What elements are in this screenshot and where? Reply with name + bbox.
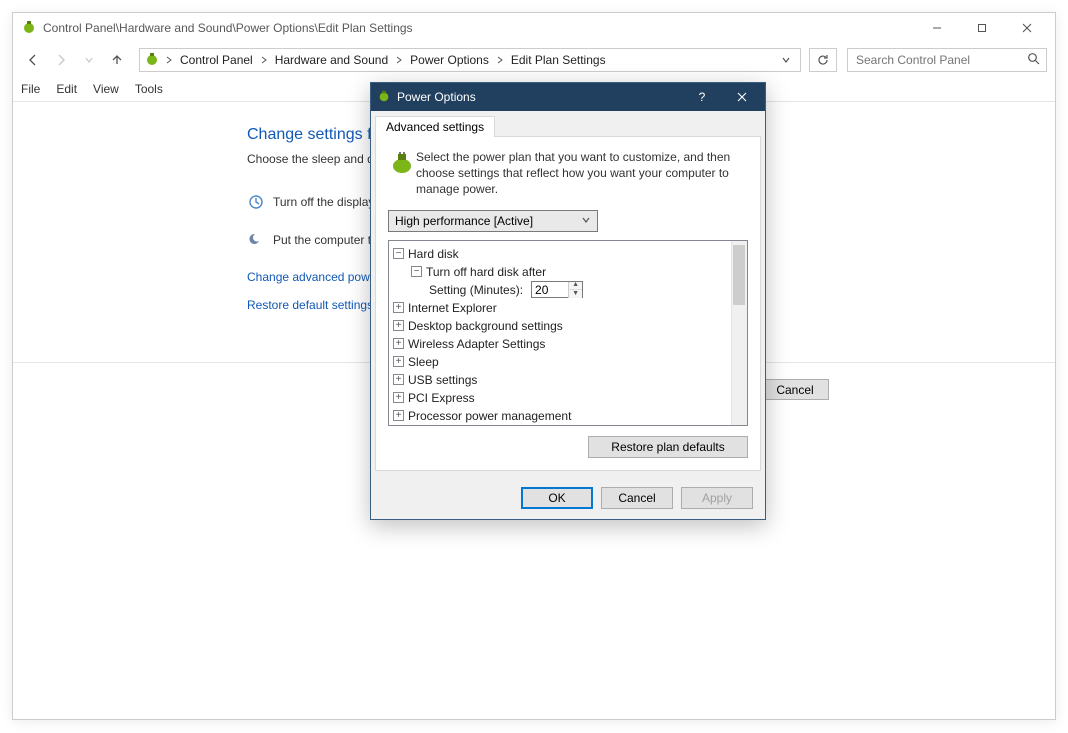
power-options-dialog: Power Options ? Advanced settings Select…: [370, 82, 766, 520]
power-plan-selected: High performance [Active]: [395, 214, 533, 228]
collapse-icon[interactable]: [393, 248, 404, 259]
spinner-buttons: ▲ ▼: [568, 282, 582, 298]
tree-item[interactable]: Internet Explorer: [393, 299, 743, 317]
tree-item[interactable]: Display: [393, 425, 743, 426]
tree-label: Hard disk: [408, 245, 459, 263]
cancel-button[interactable]: Cancel: [761, 379, 829, 400]
breadcrumb-sep-icon: [259, 56, 269, 64]
minimize-button[interactable]: [914, 13, 959, 43]
power-options-app-icon: [21, 19, 37, 38]
dialog-header: Select the power plan that you want to c…: [388, 149, 748, 198]
breadcrumb-item[interactable]: Power Options: [408, 53, 491, 67]
tree-label: Internet Explorer: [408, 299, 497, 317]
collapse-icon[interactable]: [411, 266, 422, 277]
display-timer-icon: [247, 194, 265, 210]
tree-item[interactable]: USB settings: [393, 371, 743, 389]
dialog-body: Select the power plan that you want to c…: [375, 136, 761, 471]
expand-icon[interactable]: [393, 302, 404, 313]
address-expand-icon[interactable]: [778, 52, 794, 68]
tree-label: Wireless Adapter Settings: [408, 335, 545, 353]
power-plan-select[interactable]: High performance [Active]: [388, 210, 598, 232]
dialog-close-button[interactable]: [725, 86, 759, 108]
dialog-intro-text: Select the power plan that you want to c…: [416, 149, 748, 198]
tree-label: Desktop background settings: [408, 317, 563, 335]
dialog-cancel-button[interactable]: Cancel: [601, 487, 673, 509]
turn-off-display-label: Turn off the display:: [273, 195, 378, 209]
tree-item[interactable]: Wireless Adapter Settings: [393, 335, 743, 353]
expand-icon[interactable]: [393, 392, 404, 403]
dialog-footer: OK Cancel Apply: [371, 477, 765, 519]
dialog-help-button[interactable]: ?: [685, 86, 719, 108]
breadcrumb-sep-icon: [164, 56, 174, 64]
expand-icon[interactable]: [393, 356, 404, 367]
restore-plan-defaults-button[interactable]: Restore plan defaults: [588, 436, 748, 458]
menu-file[interactable]: File: [21, 82, 40, 96]
search-box[interactable]: [847, 48, 1047, 72]
maximize-button[interactable]: [959, 13, 1004, 43]
tree-item[interactable]: PCI Express: [393, 389, 743, 407]
titlebar: Control Panel\Hardware and Sound\Power O…: [13, 13, 1055, 43]
tree-item[interactable]: Sleep: [393, 353, 743, 371]
tree-label: USB settings: [408, 371, 477, 389]
chevron-down-icon: [581, 214, 591, 228]
tree-label: Processor power management: [408, 407, 571, 425]
search-icon[interactable]: [1027, 52, 1040, 68]
address-bar[interactable]: Control Panel Hardware and Sound Power O…: [139, 48, 801, 72]
settings-tree: Hard disk Turn off hard disk after Setti…: [388, 240, 748, 426]
ok-button[interactable]: OK: [521, 487, 593, 509]
nav-recent-dropdown[interactable]: [77, 48, 101, 72]
breadcrumb-item[interactable]: Edit Plan Settings: [509, 53, 608, 67]
spinner-down[interactable]: ▼: [569, 290, 582, 298]
menu-tools[interactable]: Tools: [135, 82, 163, 96]
refresh-button[interactable]: [809, 48, 837, 72]
dialog-app-icon: [377, 89, 391, 106]
battery-icon: [388, 149, 406, 167]
ok-label: OK: [548, 491, 565, 505]
expand-icon[interactable]: [393, 410, 404, 421]
apply-button[interactable]: Apply: [681, 487, 753, 509]
dialog-tabs: Advanced settings: [371, 113, 765, 136]
setting-label: Setting (Minutes):: [429, 281, 523, 299]
tree-scroll-thumb[interactable]: [733, 245, 745, 305]
nav-up-button[interactable]: [105, 48, 129, 72]
menu-view[interactable]: View: [93, 82, 119, 96]
close-button[interactable]: [1004, 13, 1049, 43]
tree-item-hard-disk[interactable]: Hard disk: [393, 245, 743, 263]
window-title: Control Panel\Hardware and Sound\Power O…: [43, 21, 914, 35]
tab-advanced-settings[interactable]: Advanced settings: [375, 116, 495, 137]
tree-item-setting-minutes: Setting (Minutes): ▲ ▼: [429, 281, 743, 299]
dialog-titlebar: Power Options ?: [371, 83, 765, 111]
setting-input-wrapper: ▲ ▼: [531, 281, 583, 298]
dialog-cancel-label: Cancel: [618, 491, 655, 505]
power-options-breadcrumb-icon: [144, 51, 160, 70]
nav-row: Control Panel Hardware and Sound Power O…: [13, 43, 1055, 77]
nav-forward-button[interactable]: [49, 48, 73, 72]
tree-label: Display: [408, 425, 447, 426]
breadcrumb-sep-icon: [394, 56, 404, 64]
menu-edit[interactable]: Edit: [56, 82, 77, 96]
setting-minutes-input[interactable]: [532, 283, 568, 297]
restore-plan-defaults-label: Restore plan defaults: [611, 440, 724, 454]
search-input[interactable]: [854, 52, 1023, 68]
expand-icon[interactable]: [393, 338, 404, 349]
tree-scrollbar[interactable]: [731, 241, 747, 425]
tree-item[interactable]: Processor power management: [393, 407, 743, 425]
cancel-button-label: Cancel: [776, 383, 813, 397]
tree-item[interactable]: Desktop background settings: [393, 317, 743, 335]
expand-icon[interactable]: [393, 374, 404, 385]
breadcrumb-sep-icon: [495, 56, 505, 64]
apply-label: Apply: [702, 491, 732, 505]
expand-icon[interactable]: [393, 320, 404, 331]
nav-back-button[interactable]: [21, 48, 45, 72]
tree-label: Turn off hard disk after: [426, 263, 546, 281]
dialog-title: Power Options: [397, 90, 476, 104]
tree-label: PCI Express: [408, 389, 475, 407]
explorer-window: Control Panel\Hardware and Sound\Power O…: [12, 12, 1056, 720]
breadcrumb-item[interactable]: Hardware and Sound: [273, 53, 390, 67]
sleep-icon: [247, 232, 265, 248]
tree-label: Sleep: [408, 353, 439, 371]
breadcrumb-item[interactable]: Control Panel: [178, 53, 255, 67]
